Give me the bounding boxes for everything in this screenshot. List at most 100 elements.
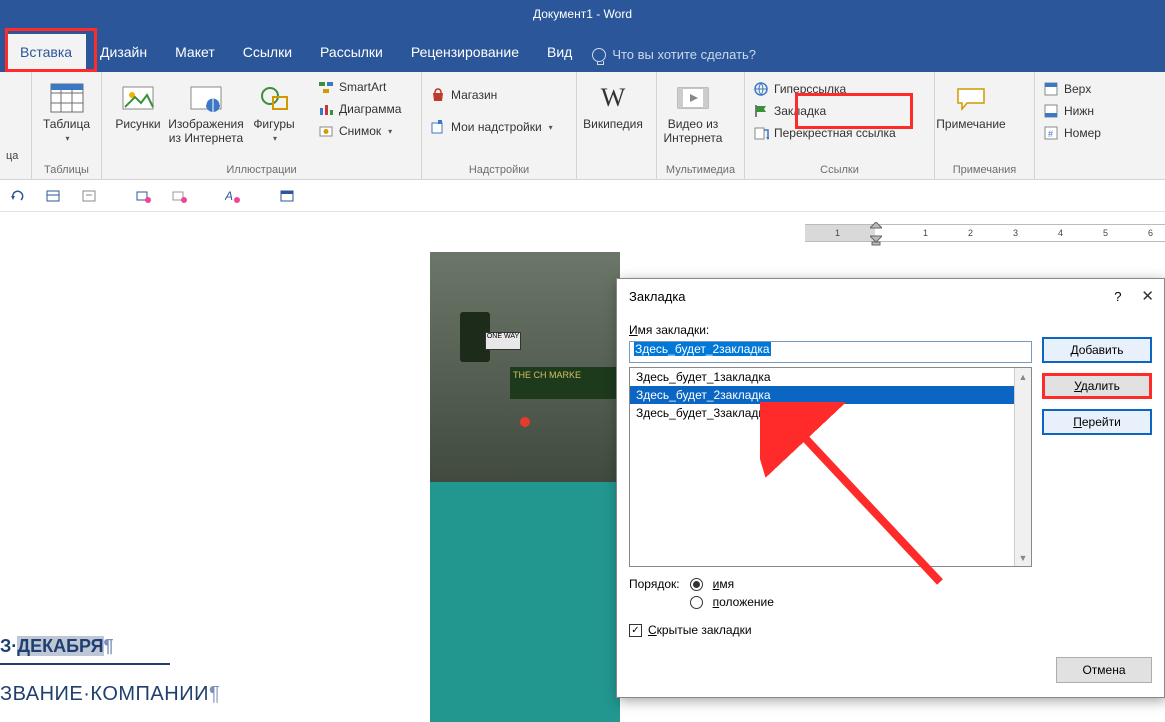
order-name-radio[interactable] [690,578,703,591]
pages-label-frag: ца [6,150,18,162]
store-button[interactable]: Магазин [428,86,555,104]
tab-layout[interactable]: Макет [161,34,229,72]
order-name-label[interactable]: имя [713,577,734,591]
page-number-button[interactable]: #Номер [1041,124,1103,142]
comment-icon [953,80,989,116]
divider [0,663,170,665]
tab-mailings[interactable]: Рассылки [306,34,397,72]
title-bar: Документ1 - Word [0,0,1165,28]
list-item[interactable]: Здесь_будет_3закладка [630,404,1031,422]
online-pictures-icon [188,80,224,116]
tab-references[interactable]: Ссылки [229,34,306,72]
smartart-button[interactable]: SmartArt [316,78,403,96]
group-illustrations-title: Иллюстрации [108,162,415,179]
bookmark-button[interactable]: Закладка [751,102,928,120]
wikipedia-button[interactable]: W Википедия [583,78,643,132]
qat-item-2[interactable] [80,187,98,205]
tab-review[interactable]: Рецензирование [397,34,533,72]
redo-icon[interactable] [8,187,26,205]
group-addins-title: Надстройки [428,162,570,179]
document-text[interactable]: З·ДЕКАБРЯ¶ ЗВАНИЕ·КОМПАНИИ¶ [0,632,400,706]
hidden-bookmarks-label[interactable]: Скрытые закладки [648,623,752,637]
photo-sign: ONE WAY [485,332,521,350]
chart-icon [318,101,334,117]
qat-item-4[interactable] [170,187,188,205]
scroll-down-icon[interactable]: ▼ [1015,549,1031,566]
bookmark-icon [753,103,769,119]
tell-me-placeholder: Что вы хотите сделать? [612,47,756,62]
header-button[interactable]: Верх [1041,80,1103,98]
order-location-label[interactable]: положение [713,595,774,609]
month-line[interactable]: З·ДЕКАБРЯ¶ [0,632,400,661]
crossref-icon [753,125,769,141]
document-teal-block [430,482,620,722]
group-media-title: Мультимедиа [663,162,738,179]
addins-icon [430,119,446,135]
group-tables-title: Таблицы [38,162,95,179]
wikipedia-icon: W [595,80,631,116]
order-label: Порядок: [629,577,680,591]
document-area: 1 1 2 3 4 5 6 ONE WAY THE CH MARKE З·ДЕК… [0,212,1165,720]
dialog-help-button[interactable]: ? [1114,289,1121,304]
my-addins-button[interactable]: Мои надстройки [428,118,555,136]
qat-item-5[interactable]: A [224,187,242,205]
pilcrow-icon: ¶ [104,636,114,656]
screenshot-button[interactable]: Снимок [316,122,403,140]
smartart-icon [318,79,334,95]
tab-design[interactable]: Дизайн [86,34,161,72]
ribbon: ца Таблица Таблицы Рисунки Изображения и… [0,72,1165,180]
order-location-radio[interactable] [690,596,703,609]
delete-button[interactable]: Удалить [1042,373,1152,399]
goto-button[interactable]: Перейти [1042,409,1152,435]
tab-view[interactable]: Вид [533,34,586,72]
header-icon [1043,81,1059,97]
scrollbar[interactable]: ▲▼ [1014,368,1031,566]
svg-text:A: A [225,189,233,203]
svg-text:#: # [1048,129,1053,139]
online-pictures-button[interactable]: Изображения из Интернета [176,78,236,146]
quick-access-toolbar: A [0,180,1165,212]
store-icon [430,87,446,103]
comment-button[interactable]: Примечание [941,78,1001,132]
screenshot-icon [318,123,334,139]
tell-me[interactable]: Что вы хотите сделать? [592,47,756,72]
pilcrow-icon: ¶ [209,683,220,705]
bookmark-name-input[interactable]: Здесь_будет_2закладка [629,341,1032,363]
bookmark-dialog: Закладка ? ✕ Имя закладки: Здесь_будет_2… [616,278,1165,698]
company-line[interactable]: ЗВАНИЕ·КОМПАНИИ¶ [0,683,400,706]
footer-button[interactable]: Нижн [1041,102,1103,120]
cancel-button[interactable]: Отмена [1056,657,1152,683]
table-icon [49,80,85,116]
document-title: Документ1 - Word [533,7,632,21]
ribbon-tabs: Вставка Дизайн Макет Ссылки Рассылки Рец… [0,28,1165,72]
pictures-icon [120,80,156,116]
crossref-button[interactable]: Перекрестная ссылка [751,124,928,142]
bookmark-list[interactable]: Здесь_будет_1закладка Здесь_будет_2закла… [629,367,1032,567]
scroll-up-icon[interactable]: ▲ [1015,368,1031,385]
list-item[interactable]: Здесь_будет_1закладка [630,368,1031,386]
lightbulb-icon [592,48,606,62]
group-comments-title: Примечания [941,162,1028,179]
qat-item-6[interactable] [278,187,296,205]
footer-icon [1043,103,1059,119]
pictures-button[interactable]: Рисунки [108,78,168,132]
group-links-title: Ссылки [751,162,928,179]
horizontal-ruler[interactable]: 1 1 2 3 4 5 6 [805,224,1165,242]
qat-item-1[interactable] [44,187,62,205]
hyperlink-button[interactable]: Гиперссылка [751,80,928,98]
hyperlink-icon [753,81,769,97]
dialog-title: Закладка [629,289,686,304]
hidden-bookmarks-checkbox[interactable]: ✓ [629,624,642,637]
list-item[interactable]: Здесь_будет_2закладка [630,386,1031,404]
dialog-close-button[interactable]: ✕ [1141,287,1154,305]
qat-item-3[interactable] [134,187,152,205]
chart-button[interactable]: Диаграмма [316,100,403,118]
page-number-icon: # [1043,125,1059,141]
add-button[interactable]: Добавить [1042,337,1152,363]
photo-strip: THE CH MARKE [510,367,630,399]
online-video-button[interactable]: Видео из Интернета [663,78,723,146]
shapes-icon [256,80,292,116]
shapes-button[interactable]: Фигуры [244,78,304,143]
tab-insert[interactable]: Вставка [6,34,86,72]
table-button[interactable]: Таблица [38,78,95,143]
